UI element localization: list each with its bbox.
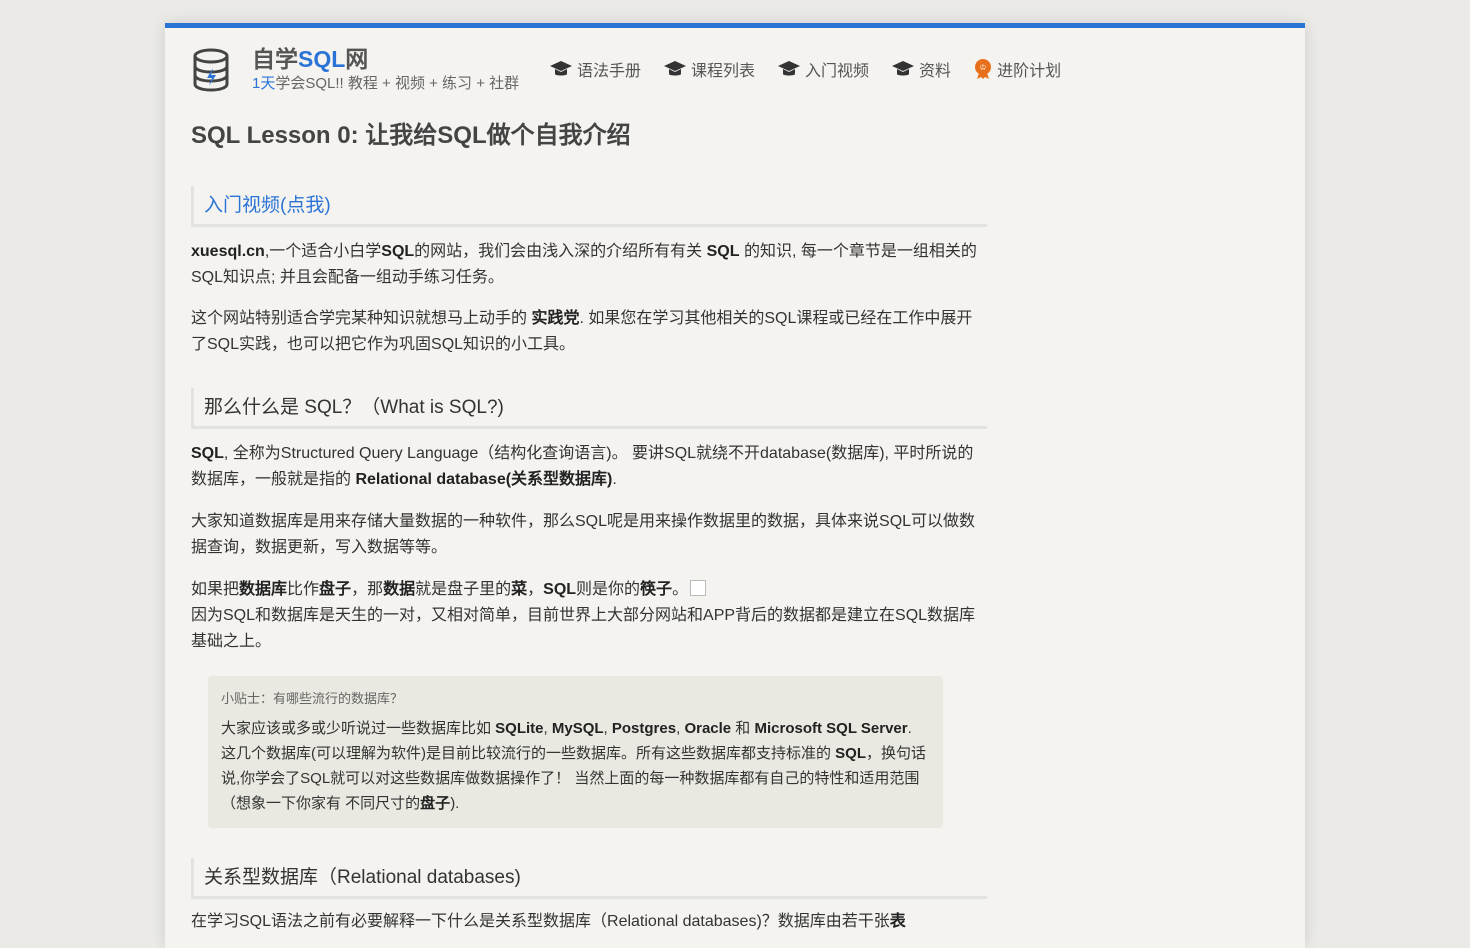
section-relational-databases: 关系型数据库（Relational databases)	[191, 858, 987, 899]
nav-item-course-list[interactable]: 课程列表	[663, 57, 755, 81]
database-logo-icon[interactable]	[191, 48, 231, 92]
database-purpose-paragraph: 大家知道数据库是用来存储大量数据的一种软件，那么SQL呢是用来操作数据里的数据，…	[191, 513, 976, 556]
nav-item-resources[interactable]: 资料	[891, 57, 951, 81]
sql-definition-paragraph: SQL, 全称为Structured Query Language（结构化查询语…	[191, 445, 974, 488]
svg-text:♔: ♔	[979, 63, 986, 72]
nav-item-advanced-plan[interactable]: ♔ 进阶计划	[973, 57, 1061, 81]
intro-paragraph: xuesql.cn,一个适合小白学SQL的网站，我们会由浅入深的介绍所有有关 S…	[191, 243, 977, 286]
badge-icon: ♔	[975, 59, 992, 79]
page-container: 自学SQL网 1天学会SQL!! 教程 + 视频 + 练习 + 社群 语法手册 …	[165, 23, 1305, 948]
lesson-title: SQL Lesson 0: 让我给SQL做个自我介绍	[191, 122, 631, 149]
site-title[interactable]: 自学SQL网	[252, 44, 519, 74]
site-tagline: 1天学会SQL!! 教程 + 视频 + 练习 + 社群	[252, 75, 520, 92]
nav-item-syntax-manual[interactable]: 语法手册	[549, 57, 641, 81]
graduation-cap-icon	[778, 61, 801, 76]
top-nav: 语法手册 课程列表 入门视频 资料 ♔ 进阶计划	[549, 57, 1083, 81]
broken-image-icon	[690, 580, 707, 596]
intro-video-link[interactable]: 入门视频(点我)	[191, 186, 987, 227]
graduation-cap-icon	[550, 61, 572, 76]
section-what-is-sql: 那么什么是 SQL？（What is SQL?)	[191, 388, 987, 429]
brand[interactable]: 自学SQL网 1天学会SQL!! 教程 + 视频 + 练习 + 社群	[252, 44, 519, 94]
graduation-cap-icon	[892, 61, 915, 76]
graduation-cap-icon	[664, 61, 687, 76]
nav-item-intro-video[interactable]: 入门视频	[777, 57, 869, 81]
relational-intro-paragraph: 在学习SQL语法之前有必要解释一下什么是关系型数据库（Relational da…	[191, 913, 906, 930]
tip-body: 大家应该或多或少听说过一些数据库比如 SQLite, MySQL, Postgr…	[221, 720, 927, 812]
tip-box: 小贴士：有哪些流行的数据库？ 大家应该或多或少听说过一些数据库比如 SQLite…	[208, 676, 943, 828]
analogy-paragraph: 如果把数据库比作盘子，那数据就是盘子里的菜，SQL则是你的筷子。 因为SQL和数据…	[191, 580, 976, 650]
practice-paragraph: 这个网站特别适合学完某种知识就想马上动手的 实践党. 如果您在学习其他相关的SQ…	[191, 310, 973, 353]
tip-title: 小贴士：有哪些流行的数据库？	[221, 691, 404, 706]
lesson-content: SQL Lesson 0: 让我给SQL做个自我介绍 入门视频(点我) xues…	[191, 120, 987, 935]
